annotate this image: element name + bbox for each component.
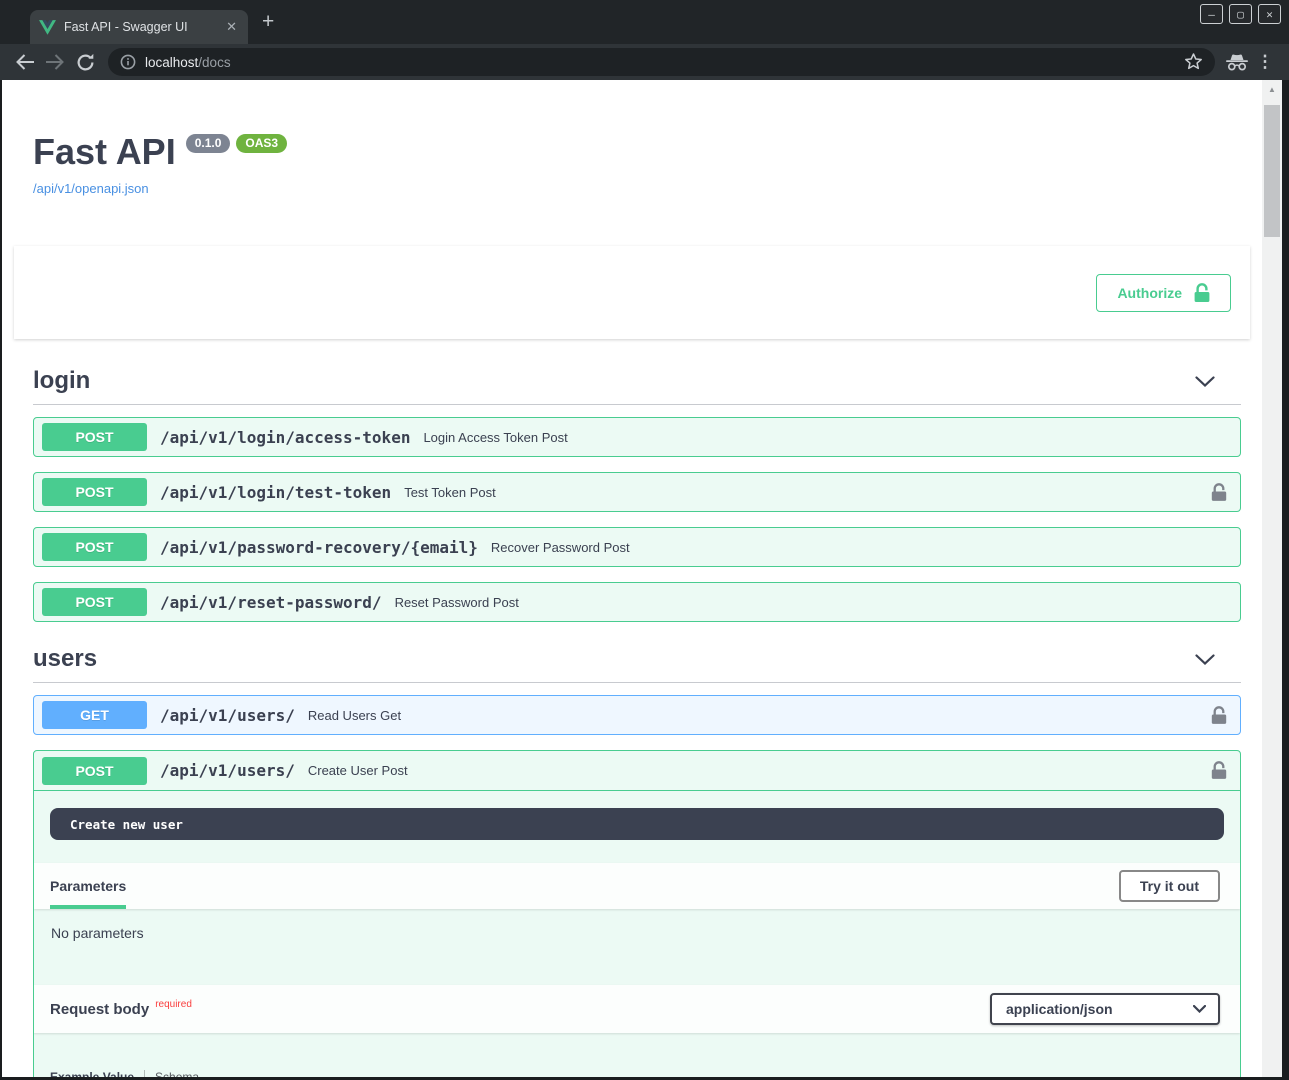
window-close-button[interactable]: ✕ <box>1258 4 1281 24</box>
parameters-header: Parameters Try it out <box>34 863 1240 909</box>
method-badge: POST <box>42 423 147 451</box>
tab-title: Fast API - Swagger UI <box>64 20 216 34</box>
media-type-value: application/json <box>1006 1001 1113 1017</box>
incognito-icon <box>1223 48 1251 76</box>
browser-titlebar: Fast API - Swagger UI ✕ + — ▢ ✕ <box>0 0 1289 44</box>
chevron-down-icon[interactable] <box>1195 654 1215 665</box>
endpoint-row-login-access-token[interactable]: POST /api/v1/login/access-token Login Ac… <box>33 417 1241 457</box>
endpoint-path: /api/v1/users/ <box>160 761 295 780</box>
endpoint-summary: Reset Password Post <box>395 595 519 610</box>
endpoint-path: /api/v1/login/test-token <box>160 483 391 502</box>
forward-button[interactable] <box>40 48 70 76</box>
favicon-vue-icon <box>39 20 56 35</box>
method-badge: POST <box>42 757 147 785</box>
browser-toolbar: localhost/docs ⋮ <box>0 44 1289 80</box>
method-badge: GET <box>42 701 147 729</box>
operation-description: Create new user <box>50 808 1224 840</box>
opblock-create-user: POST /api/v1/users/ Create User Post Cre… <box>33 750 1241 1077</box>
window-minimize-button[interactable]: — <box>1200 4 1223 24</box>
endpoint-row-create-user[interactable]: POST /api/v1/users/ Create User Post <box>34 751 1240 791</box>
api-title-text: Fast API <box>33 132 176 172</box>
endpoint-path: /api/v1/users/ <box>160 706 295 725</box>
endpoint-summary: Login Access Token Post <box>423 430 567 445</box>
scroll-up-icon[interactable]: ▲ <box>1262 80 1282 94</box>
chevron-down-icon[interactable] <box>1195 376 1215 387</box>
endpoint-summary: Create User Post <box>308 763 408 778</box>
url-path: /docs <box>198 55 230 70</box>
request-body-label: Request body <box>50 1001 149 1018</box>
section-divider <box>33 682 1241 683</box>
method-badge: POST <box>42 588 147 616</box>
api-info: Fast API 0.1.0 OAS3 /api/v1/openapi.json <box>33 132 1241 196</box>
endpoint-path: /api/v1/reset-password/ <box>160 593 382 612</box>
tab-example-value[interactable]: Example Value <box>50 1070 134 1077</box>
auth-lock-icon[interactable] <box>1211 706 1227 725</box>
section-login: login POST /api/v1/login/access-token Lo… <box>33 367 1241 622</box>
endpoint-summary: Recover Password Post <box>491 540 630 555</box>
page-viewport: Fast API 0.1.0 OAS3 /api/v1/openapi.json… <box>2 80 1282 1077</box>
tab-schema[interactable]: Schema <box>155 1070 199 1077</box>
bookmark-star-icon[interactable] <box>1179 48 1207 76</box>
section-title: users <box>33 645 97 673</box>
required-flag: required <box>155 999 192 1010</box>
oas3-badge: OAS3 <box>236 134 287 153</box>
model-example-area: Example Value Schema { <box>34 1033 1240 1077</box>
request-body-header: Request body required application/json <box>34 985 1240 1033</box>
scrollbar-thumb[interactable] <box>1264 105 1280 237</box>
endpoint-summary: Test Token Post <box>404 485 496 500</box>
page-scrollbar[interactable]: ▲ <box>1262 80 1282 1077</box>
media-type-select[interactable]: application/json <box>990 993 1220 1025</box>
site-info-icon[interactable] <box>120 54 136 70</box>
address-bar[interactable]: localhost/docs <box>108 48 1215 76</box>
tab-close-icon[interactable]: ✕ <box>224 19 239 35</box>
scheme-container: Authorize <box>14 246 1250 339</box>
endpoint-row-reset-password[interactable]: POST /api/v1/reset-password/ Reset Passw… <box>33 582 1241 622</box>
parameters-tab[interactable]: Parameters <box>50 863 126 909</box>
section-title: login <box>33 367 90 395</box>
endpoint-row-login-test-token[interactable]: POST /api/v1/login/test-token Test Token… <box>33 472 1241 512</box>
section-users-header[interactable]: users <box>33 645 1241 673</box>
window-maximize-button[interactable]: ▢ <box>1229 4 1252 24</box>
section-divider <box>33 404 1241 405</box>
auth-lock-icon[interactable] <box>1211 483 1227 502</box>
section-login-header[interactable]: login <box>33 367 1241 395</box>
browser-menu-icon[interactable]: ⋮ <box>1251 48 1279 76</box>
auth-lock-icon[interactable] <box>1211 761 1227 780</box>
browser-tab[interactable]: Fast API - Swagger UI ✕ <box>30 10 248 44</box>
openapi-spec-link[interactable]: /api/v1/openapi.json <box>33 181 149 196</box>
endpoint-path: /api/v1/login/access-token <box>160 428 410 447</box>
endpoint-path: /api/v1/password-recovery/{email} <box>160 538 478 557</box>
authorize-label: Authorize <box>1117 285 1182 301</box>
page-title: Fast API 0.1.0 OAS3 <box>33 132 1241 172</box>
chevron-down-icon <box>1193 1005 1206 1013</box>
url-host: localhost <box>145 55 198 70</box>
version-badge: 0.1.0 <box>186 134 231 153</box>
no-parameters-text: No parameters <box>34 909 1240 962</box>
method-badge: POST <box>42 533 147 561</box>
back-button[interactable] <box>10 48 40 76</box>
method-badge: POST <box>42 478 147 506</box>
endpoint-summary: Read Users Get <box>308 708 401 723</box>
new-tab-button[interactable]: + <box>262 13 274 31</box>
try-it-out-button[interactable]: Try it out <box>1119 870 1220 902</box>
section-users: users GET /api/v1/users/ Read Users Get <box>33 645 1241 1077</box>
reload-button[interactable] <box>70 48 100 76</box>
endpoint-row-read-users[interactable]: GET /api/v1/users/ Read Users Get <box>33 695 1241 735</box>
tab-separator <box>144 1070 145 1077</box>
endpoint-row-password-recovery[interactable]: POST /api/v1/password-recovery/{email} R… <box>33 527 1241 567</box>
unlock-icon <box>1194 283 1210 303</box>
authorize-button[interactable]: Authorize <box>1096 274 1231 312</box>
